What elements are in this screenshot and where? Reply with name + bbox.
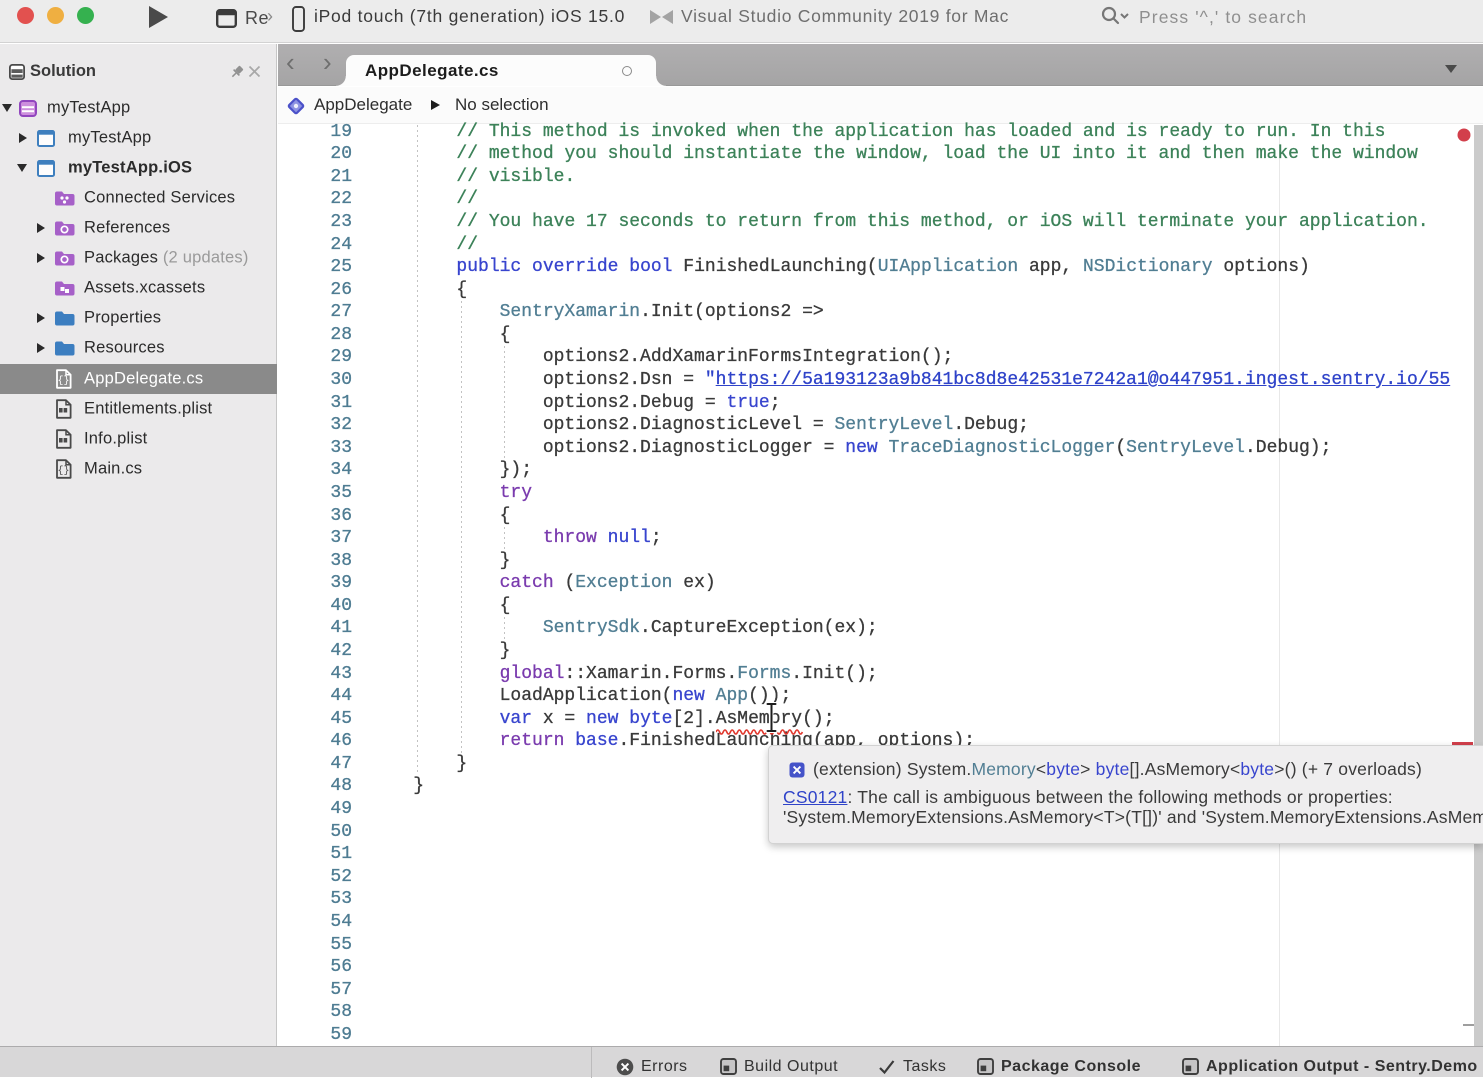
svg-text:{}: {}: [57, 465, 69, 477]
svg-text:{}: {}: [57, 375, 69, 387]
